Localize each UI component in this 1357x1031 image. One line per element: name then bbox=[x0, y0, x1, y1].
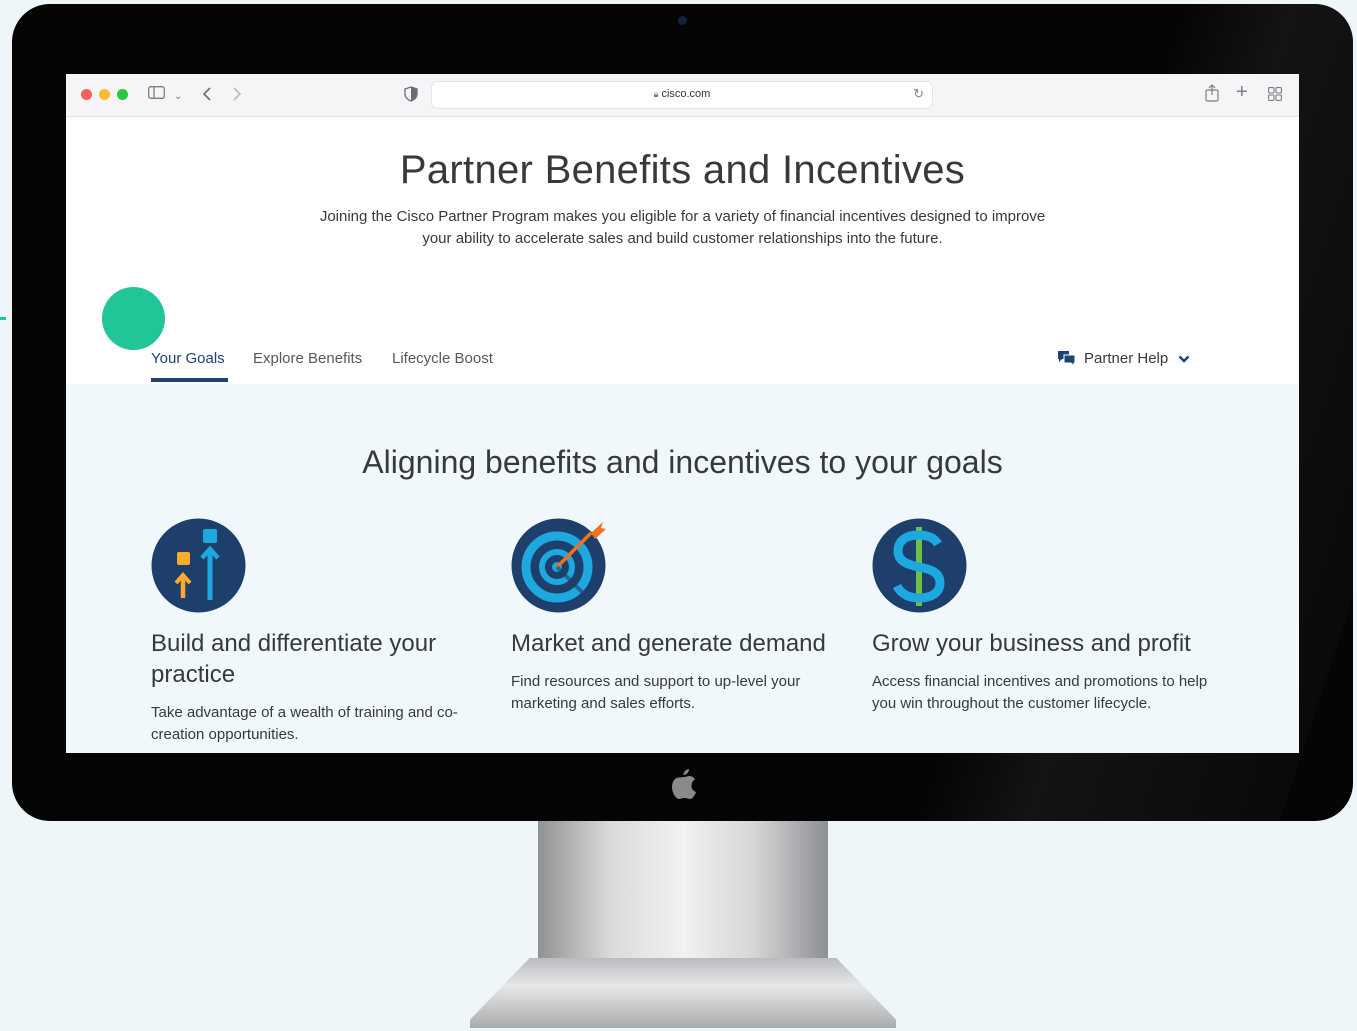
connector-dash bbox=[0, 317, 6, 320]
browser-toolbar: ⌄ 🔒︎ cisco.com ↻ + bbox=[66, 74, 1299, 117]
monitor-frame: ⌄ 🔒︎cisco.com ↻ + Partner Benefits and bbox=[12, 4, 1353, 821]
new-tab-icon[interactable]: + bbox=[1236, 82, 1248, 102]
goal-card[interactable]: Market and generate demand Find resource… bbox=[511, 518, 851, 715]
goals-section: Aligning benefits and incentives to your… bbox=[66, 384, 1299, 753]
back-icon[interactable] bbox=[202, 86, 212, 106]
dollar-icon bbox=[872, 518, 967, 613]
tab-bar: Your Goals Explore Benefits Lifecycle Bo… bbox=[66, 340, 1299, 385]
browser-window: ⌄ 🔒︎cisco.com ↻ + Partner Benefits and bbox=[66, 74, 1299, 753]
apple-logo-icon bbox=[672, 769, 696, 799]
tab-explore-benefits[interactable]: Explore Benefits bbox=[253, 350, 362, 367]
goals-heading: Aligning benefits and incentives to your… bbox=[362, 444, 1003, 480]
goal-card-description: Access financial incentives and promotio… bbox=[872, 673, 1208, 712]
tab-your-goals[interactable]: Your Goals bbox=[151, 350, 225, 367]
close-window-button[interactable] bbox=[81, 89, 92, 100]
monitor-stand bbox=[538, 821, 828, 961]
growth-arrows-icon bbox=[151, 518, 246, 613]
reload-icon[interactable]: ↻ bbox=[913, 86, 924, 102]
chat-icon bbox=[1058, 351, 1076, 367]
monitor-base bbox=[470, 958, 896, 1028]
minimize-window-button[interactable] bbox=[99, 89, 110, 100]
goal-card[interactable]: Build and differentiate your practice Ta… bbox=[151, 518, 491, 746]
share-icon[interactable] bbox=[1205, 84, 1219, 106]
sidebar-icon[interactable] bbox=[148, 86, 165, 103]
page-title: Partner Benefits and Incentives bbox=[399, 148, 966, 192]
chevron-down-icon[interactable]: ⌄ bbox=[174, 89, 182, 105]
forward-icon[interactable] bbox=[232, 86, 242, 106]
target-icon bbox=[511, 518, 606, 613]
zoom-window-button[interactable] bbox=[117, 89, 128, 100]
partner-help-label: Partner Help bbox=[1084, 350, 1169, 367]
page-subtitle: Joining the Cisco Partner Program makes … bbox=[319, 208, 1046, 247]
lock-icon: 🔒︎ bbox=[653, 89, 659, 99]
goal-card-description: Take advantage of a wealth of training a… bbox=[151, 704, 458, 743]
url-text: cisco.com bbox=[661, 88, 711, 100]
camera bbox=[678, 16, 687, 25]
goal-card-title: Market and generate demand bbox=[511, 630, 826, 657]
goal-card-description: Find resources and support to up-level y… bbox=[511, 673, 801, 712]
tab-lifecycle-boost[interactable]: Lifecycle Boost bbox=[392, 350, 493, 367]
partner-help-menu[interactable]: Partner Help bbox=[1057, 350, 1198, 367]
goal-card-title: Build and differentiate your practice bbox=[151, 630, 437, 688]
goal-card-title: Grow your business and profit bbox=[872, 630, 1191, 657]
privacy-shield-icon[interactable] bbox=[404, 86, 418, 106]
address-bar[interactable]: 🔒︎ cisco.com ↻ bbox=[431, 81, 933, 109]
highlight-dot bbox=[102, 287, 165, 350]
tab-overview-icon[interactable] bbox=[1268, 87, 1282, 105]
chevron-down-icon bbox=[1178, 355, 1190, 363]
goal-card[interactable]: Grow your business and profit Access fin… bbox=[872, 518, 1212, 715]
active-tab-indicator bbox=[151, 378, 228, 382]
